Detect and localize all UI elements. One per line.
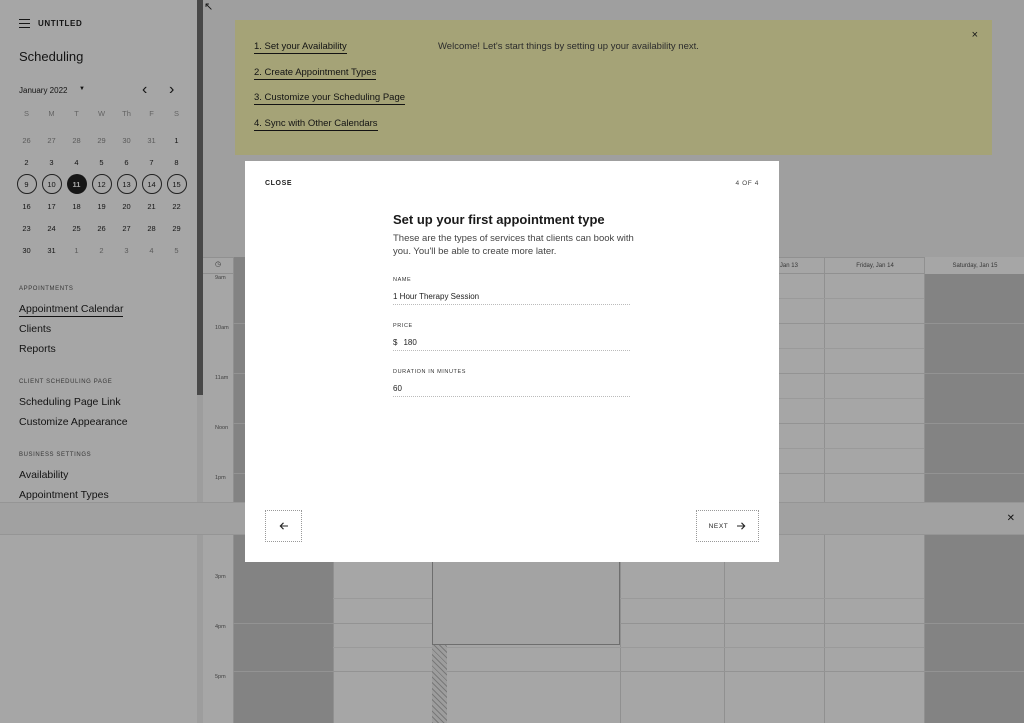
appointment-type-modal: CLOSE 4 OF 4 Set up your first appointme… xyxy=(245,161,779,562)
duration-input-wrapper xyxy=(393,383,630,397)
arrow-left-icon xyxy=(279,522,288,530)
price-field: PRICE $ xyxy=(393,323,630,351)
modal-title: Set up your first appointment type xyxy=(393,212,605,227)
price-label: PRICE xyxy=(393,323,413,329)
name-input[interactable] xyxy=(393,292,630,301)
price-input[interactable] xyxy=(403,338,630,347)
name-label: NAME xyxy=(393,277,412,283)
next-label: NEXT xyxy=(708,522,729,530)
step-indicator: 4 OF 4 xyxy=(735,180,759,187)
currency-symbol: $ xyxy=(393,338,398,347)
arrow-right-icon xyxy=(737,522,746,530)
name-field: NAME xyxy=(393,277,630,305)
duration-input[interactable] xyxy=(393,384,630,393)
duration-label: DURATION IN MINUTES xyxy=(393,369,467,375)
next-button[interactable]: NEXT xyxy=(696,510,759,542)
back-button[interactable] xyxy=(265,510,302,542)
duration-field: DURATION IN MINUTES xyxy=(393,369,630,397)
name-input-wrapper xyxy=(393,291,630,305)
modal-description: These are the types of services that cli… xyxy=(393,233,634,257)
close-button[interactable]: CLOSE xyxy=(265,180,292,187)
price-input-wrapper: $ xyxy=(393,337,630,351)
